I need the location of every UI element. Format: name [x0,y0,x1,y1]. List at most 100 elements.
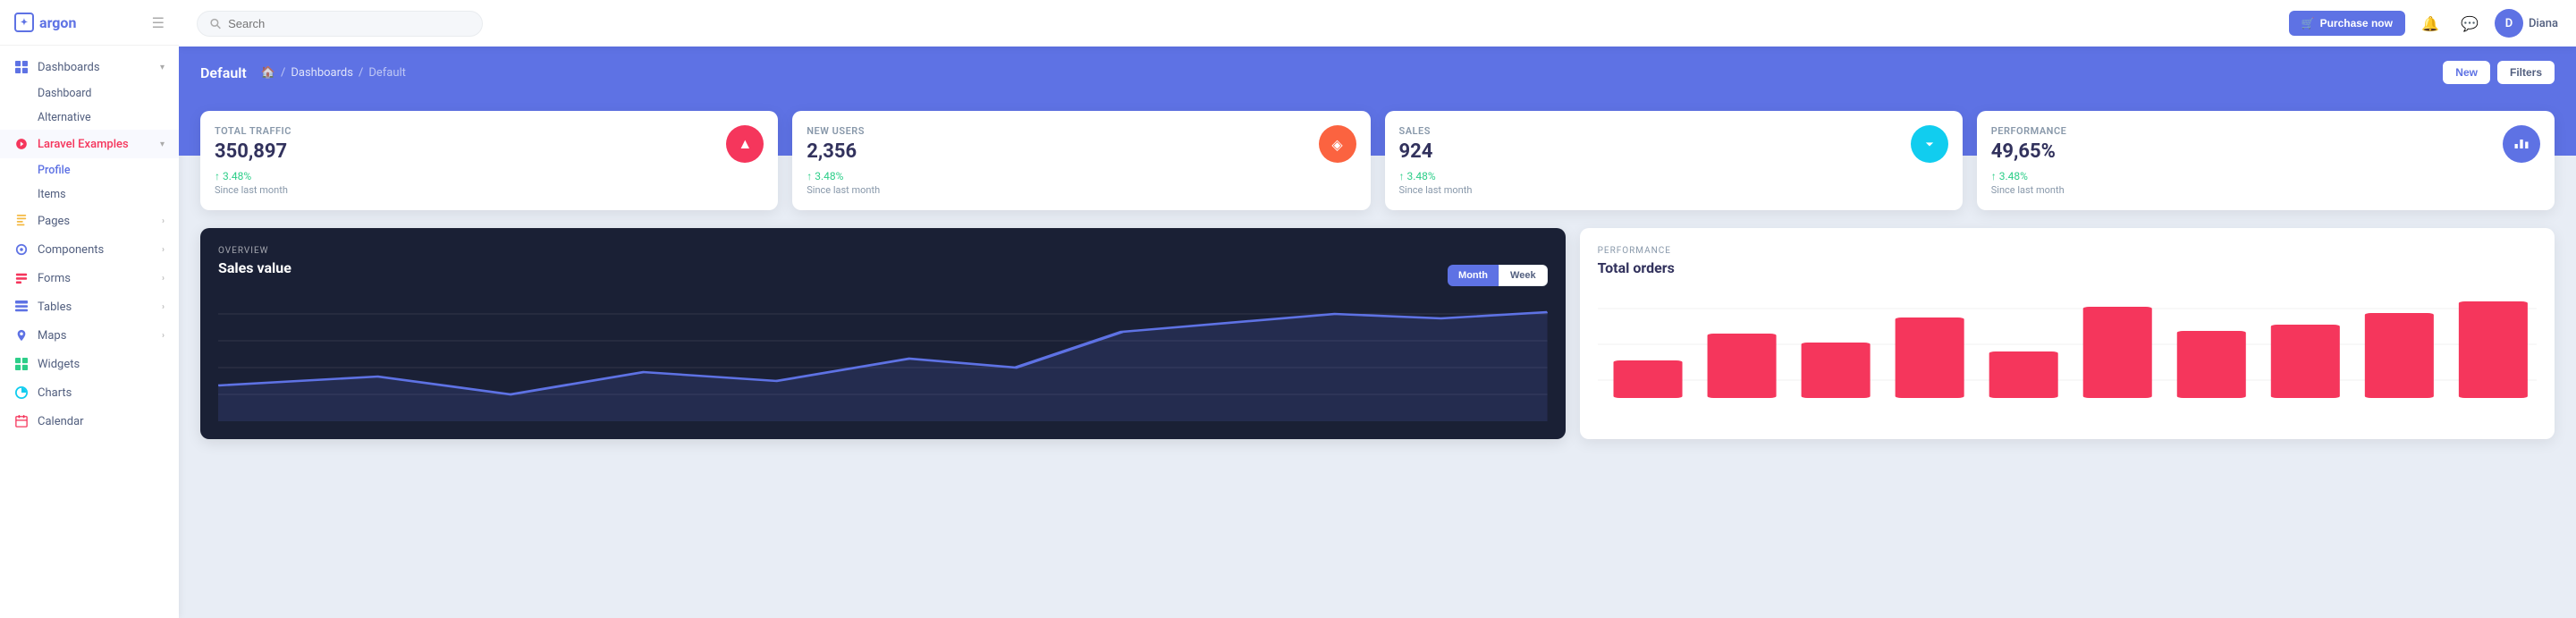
maps-icon [14,328,29,343]
users-since: Since last month [807,184,880,196]
purchase-button[interactable]: 🛒 Purchase now [2289,11,2405,36]
sidebar: ✦ argon ☰ Dashboards ▾ Dashboard Alterna… [0,0,179,618]
sidebar-item-laravel-examples[interactable]: Laravel Examples ▾ [0,130,179,158]
sidebar-item-alternative[interactable]: Alternative [0,106,179,130]
pages-label: Pages [38,215,153,228]
stat-info-traffic: TOTAL TRAFFIC 350,897 ↑ 3.48% Since last… [215,125,291,196]
sidebar-item-pages[interactable]: Pages › [0,207,179,235]
search-bar[interactable] [197,11,483,37]
notifications-icon[interactable]: 🔔 [2416,9,2445,38]
maps-chevron: › [162,331,165,341]
sidebar-item-calendar[interactable]: Calendar [0,407,179,436]
filters-button[interactable]: Filters [2497,61,2555,84]
dashboards-chevron: ▾ [160,63,165,72]
maps-label: Maps [38,329,153,343]
cart-icon: 🛒 [2302,17,2315,30]
performance-arrow-icon: ↑ [1991,170,1997,182]
sales-label: SALES [1399,125,1473,137]
purchase-label: Purchase now [2320,17,2393,30]
sidebar-item-dashboard[interactable]: Dashboard [0,81,179,106]
traffic-icon: ▲ [726,125,764,163]
performance-value: 49,65% [1991,140,2067,163]
users-label: NEW USERS [807,125,880,137]
sidebar-item-profile[interactable]: Profile [0,158,179,182]
user-menu[interactable]: D Diana [2495,9,2558,38]
sidebar-item-maps[interactable]: Maps › [0,321,179,350]
stat-card-sales: SALES 924 ↑ 3.48% Since last month [1385,111,1963,210]
search-icon [210,18,221,30]
chart-toggle: Month Week [1448,265,1548,286]
new-button[interactable]: New [2443,61,2490,84]
pages-icon [14,214,29,228]
forms-chevron: › [162,274,165,284]
sales-change-value: 3.48% [1407,170,1436,182]
header-actions: New Filters [2443,61,2555,84]
bar-chart [1598,291,2537,407]
traffic-value: 350,897 [215,140,291,163]
components-label: Components [38,243,153,257]
sales-icon [1911,125,1948,163]
sidebar-header: ✦ argon ☰ [0,0,179,46]
charts-label: Charts [38,386,165,400]
forms-label: Forms [38,272,153,285]
stat-info-users: NEW USERS 2,356 ↑ 3.48% Since last month [807,125,880,196]
hamburger-icon[interactable]: ☰ [152,14,165,31]
calendar-label: Calendar [38,415,165,428]
page-title: Default [200,64,247,81]
tables-chevron: › [162,302,165,312]
charts-icon [14,385,29,400]
sidebar-item-items[interactable]: Items [0,182,179,207]
widgets-icon [14,357,29,371]
user-name: Diana [2529,17,2558,30]
sidebar-item-components[interactable]: Components › [0,235,179,264]
performance-change-value: 3.48% [1999,170,2028,182]
arrow-up-icon: ↑ [215,170,220,182]
stat-card-traffic: TOTAL TRAFFIC 350,897 ↑ 3.48% Since last… [200,111,778,210]
sidebar-item-charts[interactable]: Charts [0,378,179,407]
breadcrumb-sep2: / [359,66,363,80]
users-icon: ◈ [1319,125,1356,163]
performance-label: PERFORMANCE [1991,125,2067,137]
sales-chart-title: Sales value [218,259,291,276]
sales-value: 924 [1399,140,1473,163]
stat-info-sales: SALES 924 ↑ 3.48% Since last month [1399,125,1473,196]
avatar: D [2495,9,2523,38]
orders-chart-title: Total orders [1598,259,2537,276]
messages-icon[interactable]: 💬 [2455,9,2484,38]
sidebar-item-widgets[interactable]: Widgets [0,350,179,378]
calendar-icon [14,414,29,428]
users-arrow-icon: ↑ [807,170,812,182]
performance-icon [2503,125,2540,163]
breadcrumb-dashboards[interactable]: Dashboards [291,66,353,80]
orders-chart-card: PERFORMANCE Total orders [1580,228,2555,439]
stat-info-performance: PERFORMANCE 49,65% ↑ 3.48% Since last mo… [1991,125,2067,196]
breadcrumb: Default 🏠 / Dashboards / Default [200,64,406,81]
sales-change: ↑ 3.48% [1399,170,1473,182]
components-icon [14,242,29,257]
breadcrumb-current: Default [368,66,406,80]
pages-chevron: › [162,216,165,226]
logo: ✦ argon [14,13,76,32]
performance-change: ↑ 3.48% [1991,170,2067,182]
search-input[interactable] [228,17,469,30]
sidebar-item-forms[interactable]: Forms › [0,264,179,292]
nav-section: Dashboards ▾ Dashboard Alternative Larav… [0,46,179,443]
dashboards-label: Dashboards [38,61,151,74]
sales-arrow-icon: ↑ [1399,170,1405,182]
users-change: ↑ 3.48% [807,170,880,182]
traffic-since: Since last month [215,184,291,196]
stats-area: TOTAL TRAFFIC 350,897 ↑ 3.48% Since last… [179,111,2576,210]
toggle-week-button[interactable]: Week [1499,265,1548,286]
breadcrumb-sep1: / [281,66,285,80]
content-area: Default 🏠 / Dashboards / Default New Fil… [179,47,2576,618]
home-icon: 🏠 [261,66,275,80]
performance-since: Since last month [1991,184,2067,196]
traffic-change-value: 3.48% [223,170,251,182]
sidebar-item-dashboards[interactable]: Dashboards ▾ [0,53,179,81]
toggle-month-button[interactable]: Month [1448,265,1499,286]
sidebar-item-tables[interactable]: Tables › [0,292,179,321]
traffic-label: TOTAL TRAFFIC [215,125,291,137]
topbar: 🛒 Purchase now 🔔 💬 D Diana [179,0,2576,47]
stat-card-users: NEW USERS 2,356 ↑ 3.48% Since last month… [792,111,1370,210]
sales-chart-card: OVERVIEW Sales value Month Week [200,228,1566,439]
